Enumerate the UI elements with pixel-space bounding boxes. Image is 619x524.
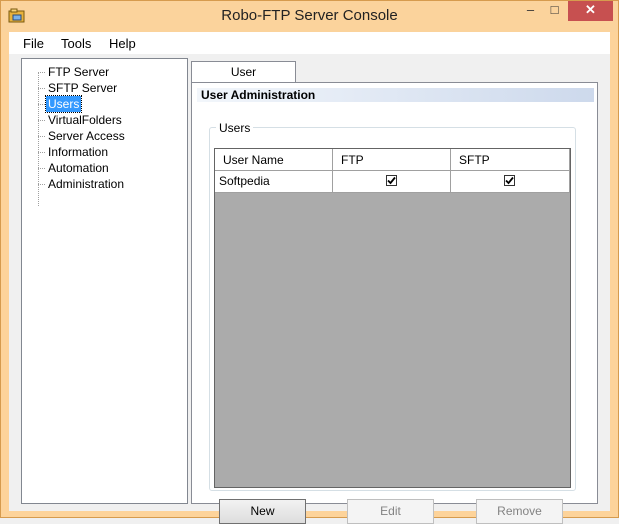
- cell-user-name[interactable]: Softpedia: [215, 171, 333, 193]
- tab-user-administration[interactable]: User Administration: [191, 61, 296, 99]
- app-window: Robo-FTP Server Console – □ ✕ File Tools…: [0, 0, 619, 524]
- menu-bar: File Tools Help: [9, 32, 610, 55]
- cell-ftp[interactable]: [333, 171, 451, 193]
- client-area: File Tools Help FTP Server SFTP Server U…: [9, 32, 610, 524]
- new-button[interactable]: New: [219, 499, 306, 524]
- menu-help[interactable]: Help: [109, 36, 136, 51]
- users-group-label: Users: [216, 121, 254, 135]
- tree-item-label: Automation: [48, 161, 109, 175]
- panel-header: User Administration: [197, 88, 594, 102]
- tree-item-label: Information: [48, 145, 109, 159]
- title-bar[interactable]: Robo-FTP Server Console – □ ✕: [1, 1, 618, 32]
- menu-tools[interactable]: Tools: [61, 36, 91, 51]
- checkmark-icon: [386, 176, 396, 185]
- tree-item-label: Users: [44, 95, 83, 113]
- sftp-checkbox[interactable]: [504, 175, 515, 186]
- column-header-user-name[interactable]: User Name: [215, 149, 333, 171]
- column-header-sftp[interactable]: SFTP: [451, 149, 570, 171]
- tree-item-label: FTP Server: [48, 65, 110, 79]
- menu-file[interactable]: File: [23, 36, 44, 51]
- navigation-tree[interactable]: FTP Server SFTP Server Users VirtualFold…: [21, 58, 188, 504]
- remove-button[interactable]: Remove: [476, 499, 563, 524]
- tree-connector: [38, 72, 39, 206]
- close-button[interactable]: ✕: [568, 1, 613, 21]
- column-header-ftp[interactable]: FTP: [333, 149, 451, 171]
- tree-item-label: Administration: [48, 177, 125, 191]
- cell-sftp[interactable]: [451, 171, 570, 193]
- tree-item-label: Server Access: [48, 129, 125, 143]
- checkmark-icon: [505, 176, 514, 185]
- edit-button[interactable]: Edit: [347, 499, 434, 524]
- tree-item-label: VirtualFolders: [48, 113, 122, 127]
- ftp-checkbox[interactable]: [385, 175, 397, 186]
- minimize-button[interactable]: –: [517, 1, 544, 21]
- tab-page: User Administration Users User Name FTP …: [191, 82, 598, 524]
- maximize-button[interactable]: □: [541, 1, 568, 21]
- users-grid[interactable]: User Name FTP SFTP Softpedia: [214, 148, 571, 488]
- tree-item-label: SFTP Server: [48, 81, 118, 95]
